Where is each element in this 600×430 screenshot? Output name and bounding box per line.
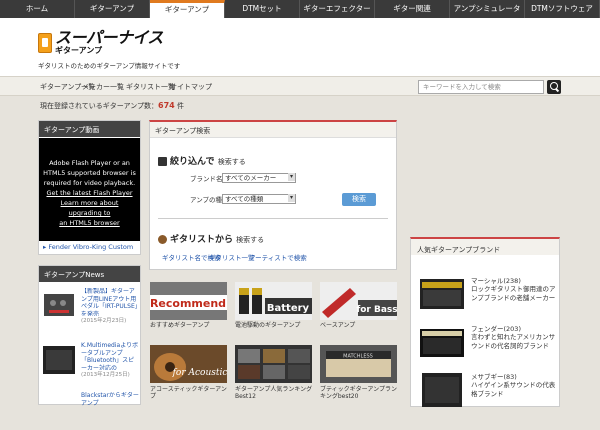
news-date: (2015年2月23日): [81, 318, 127, 324]
topnav-home[interactable]: ホーム: [0, 0, 75, 18]
guitarist-icon: [158, 235, 167, 244]
brand-count: (238): [503, 277, 521, 285]
topnav-item[interactable]: DTMソフトウェア: [525, 0, 600, 18]
top-navigation: ホーム ギターアンプ ギターアンプ DTMセット ギターエフェクター ギター関連…: [0, 0, 600, 18]
tile-label: MATCHLESS: [343, 354, 373, 360]
filter-heading-small: 検索する: [217, 158, 246, 166]
brand-name[interactable]: メサブギー: [471, 373, 504, 381]
news-thumbnail: [41, 288, 77, 324]
subnav-item[interactable]: ギタリスト一覧: [126, 82, 175, 92]
video-caption-link[interactable]: ▸ Fender Vibro-King Custom: [43, 243, 133, 251]
news-thumbnail: [41, 342, 77, 378]
guitarist-heading-bold: ギタリストから: [170, 235, 234, 245]
tile-caption[interactable]: 電池駆動のギターアンプ: [235, 322, 315, 329]
amp-count-prefix: 現在登録されているギターアンプ数：: [40, 102, 159, 110]
html5-link-cont[interactable]: an HTML5 browser: [59, 219, 119, 227]
guitarist-heading-small: 検索する: [236, 236, 265, 244]
search-input[interactable]: キーワードを入力して検索: [418, 80, 544, 94]
flash-player-placeholder: Adobe Flash Player or an HTML5 supported…: [39, 138, 140, 241]
ranking12-banner[interactable]: [235, 345, 312, 383]
amp-search-title: ギターアンプ検索: [150, 122, 396, 138]
site-header: スーパーナイス ギターアンプ ギタリストのためのギターアンプ情報サイトです: [0, 18, 600, 76]
news-item[interactable]: 【新製品】ギターアンプ用LINEアウト用ペダル「IRT-PULSE」を発売 (2…: [41, 288, 139, 326]
news-box-title: ギターアンプNews: [39, 266, 140, 282]
site-tagline: ギタリストのためのギターアンプ情報サイトです: [38, 62, 181, 70]
topnav-item-active[interactable]: ギターアンプ: [150, 0, 225, 18]
news-title: 【新製品】ギターアンプ用LINEアウト用ペダル「IRT-PULSE」を発売: [81, 288, 138, 316]
bass-banner[interactable]: for Bass: [320, 282, 397, 320]
subnav-item[interactable]: メーカー一覧: [82, 82, 124, 92]
tile-caption[interactable]: ギターアンプ人気ランキングBest12: [235, 386, 315, 400]
amp-count-suffix: 件: [176, 102, 184, 110]
acoustic-banner[interactable]: for Acoustic: [150, 345, 227, 383]
video-caption: Fender Vibro-King Custom: [48, 243, 134, 251]
brand-select[interactable]: すべてのメーカー: [222, 173, 296, 183]
site-logo[interactable]: スーパーナイス ギターアンプ: [38, 30, 163, 55]
video-box: ギターアンプ動画 Adobe Flash Player or an HTML5 …: [38, 120, 141, 255]
brand-count: (83): [503, 373, 517, 381]
mesa-amp-image: [419, 371, 465, 409]
tile-caption[interactable]: ベースアンプ: [320, 322, 400, 329]
brand-label: ブランド名: [190, 175, 223, 183]
video-box-title: ギターアンプ動画: [39, 121, 140, 137]
section-divider: [158, 218, 388, 219]
boutique-banner[interactable]: MATCHLESS: [320, 345, 397, 383]
html5-link[interactable]: Learn more about upgrading to: [61, 199, 119, 217]
tile-label: for Acoustic: [172, 368, 227, 378]
news-title: K.Multimediaよりポータブルアンプ「Bluetooth」スピーカー対応…: [81, 342, 139, 370]
brand-count: (203): [503, 325, 521, 333]
filter-heading-bold: 絞り込んで: [170, 157, 215, 167]
tile-label: for Bass: [356, 305, 397, 315]
flash-line: Adobe Flash Player or an: [49, 159, 130, 167]
fender-amp-image: [419, 323, 465, 361]
tile-caption[interactable]: アコースティックギターアンプ: [150, 386, 230, 400]
brand-description: ロックギタリスト御用達のアンプブランドの老舗メーカー: [471, 285, 556, 302]
topnav-item[interactable]: アンプシミュレータ: [450, 0, 525, 18]
amp-search-box: ギターアンプ検索 絞り込んで 検索する ブランド名 すべてのメーカー アンプの種…: [149, 120, 397, 270]
logo-main-text: スーパーナイス: [55, 28, 163, 47]
tile-caption[interactable]: ブティックギターアンプランキングbest20: [320, 386, 400, 400]
tile-caption[interactable]: おすすめギターアンプ: [150, 322, 230, 329]
brand-ranking-item[interactable]: メサブギー(83) ハイゲイン系サウンドの代表格ブランド: [415, 369, 559, 414]
news-item[interactable]: K.Multimediaよりポータブルアンプ「Bluetooth」スピーカー対応…: [41, 342, 139, 380]
news-title: Blackstarからギターアンプ: [81, 392, 139, 407]
topnav-item[interactable]: ギターエフェクター: [300, 0, 375, 18]
tile-label: Recommend: [150, 297, 226, 310]
flash-line: HTML5 supported browser is: [43, 169, 136, 177]
brand-name[interactable]: フェンダー: [471, 325, 504, 333]
guitarist-section-heading: ギタリストから 検索する: [158, 232, 264, 245]
brand-description: 言わずと知れたアメリカンサウンドの代名詞的ブランド: [471, 333, 556, 350]
filter-section-heading: 絞り込んで 検索する: [158, 154, 246, 167]
topnav-item[interactable]: ギター関連: [375, 0, 450, 18]
tile-label: Battery: [267, 303, 310, 314]
news-item[interactable]: Blackstarからギターアンプ: [41, 392, 139, 430]
brand-description: ハイゲイン系サウンドの代表格ブランド: [471, 381, 556, 398]
sub-navigation: ギターアンプ一覧 メーカー一覧 ギタリスト一覧 サイトマップ キーワードを入力し…: [0, 76, 600, 96]
type-select[interactable]: すべての種類: [222, 194, 296, 204]
marshall-amp-image: [419, 275, 465, 313]
brand-ranking-item[interactable]: マーシャル(238) ロックギタリスト御用達のアンプブランドの老舗メーカー: [415, 273, 559, 318]
flash-line: required for video playback.: [43, 179, 136, 187]
thumbs-up-icon: [38, 32, 52, 53]
search-icon[interactable]: [547, 80, 561, 94]
topnav-item[interactable]: ギターアンプ: [75, 0, 150, 18]
news-date: (2013年12月25日): [81, 372, 130, 378]
news-box: ギターアンプNews 【新製品】ギターアンプ用LINEアウト用ペダル「IRT-P…: [38, 265, 141, 407]
logo-sub-text: ギターアンプ: [55, 46, 103, 55]
brand-ranking-box: 人気ギターアンプブランド マーシャル(238) ロックギタリスト御用達のアンプブ…: [410, 237, 560, 407]
brand-ranking-title: 人気ギターアンプブランド: [411, 239, 559, 255]
filter-icon: [158, 157, 167, 166]
brand-ranking-item[interactable]: フェンダー(203) 言わずと知れたアメリカンサウンドの代名詞的ブランド: [415, 321, 559, 366]
guitarist-link[interactable]: ギタリスト一覧: [209, 252, 255, 262]
recommend-banner[interactable]: Recommend: [150, 282, 227, 320]
get-flash-link[interactable]: Get the latest Flash Player: [46, 189, 132, 197]
topnav-item[interactable]: DTMセット: [225, 0, 300, 18]
amp-count: 現在登録されているギターアンプ数：674 件: [40, 101, 184, 111]
subnav-item[interactable]: サイトマップ: [170, 82, 212, 92]
amp-count-value: 674: [158, 101, 175, 110]
brand-name[interactable]: マーシャル: [471, 277, 503, 285]
battery-banner[interactable]: Battery: [235, 282, 312, 320]
search-button[interactable]: 検索: [342, 193, 376, 206]
guitarist-link[interactable]: アーティストで検索: [249, 252, 307, 262]
